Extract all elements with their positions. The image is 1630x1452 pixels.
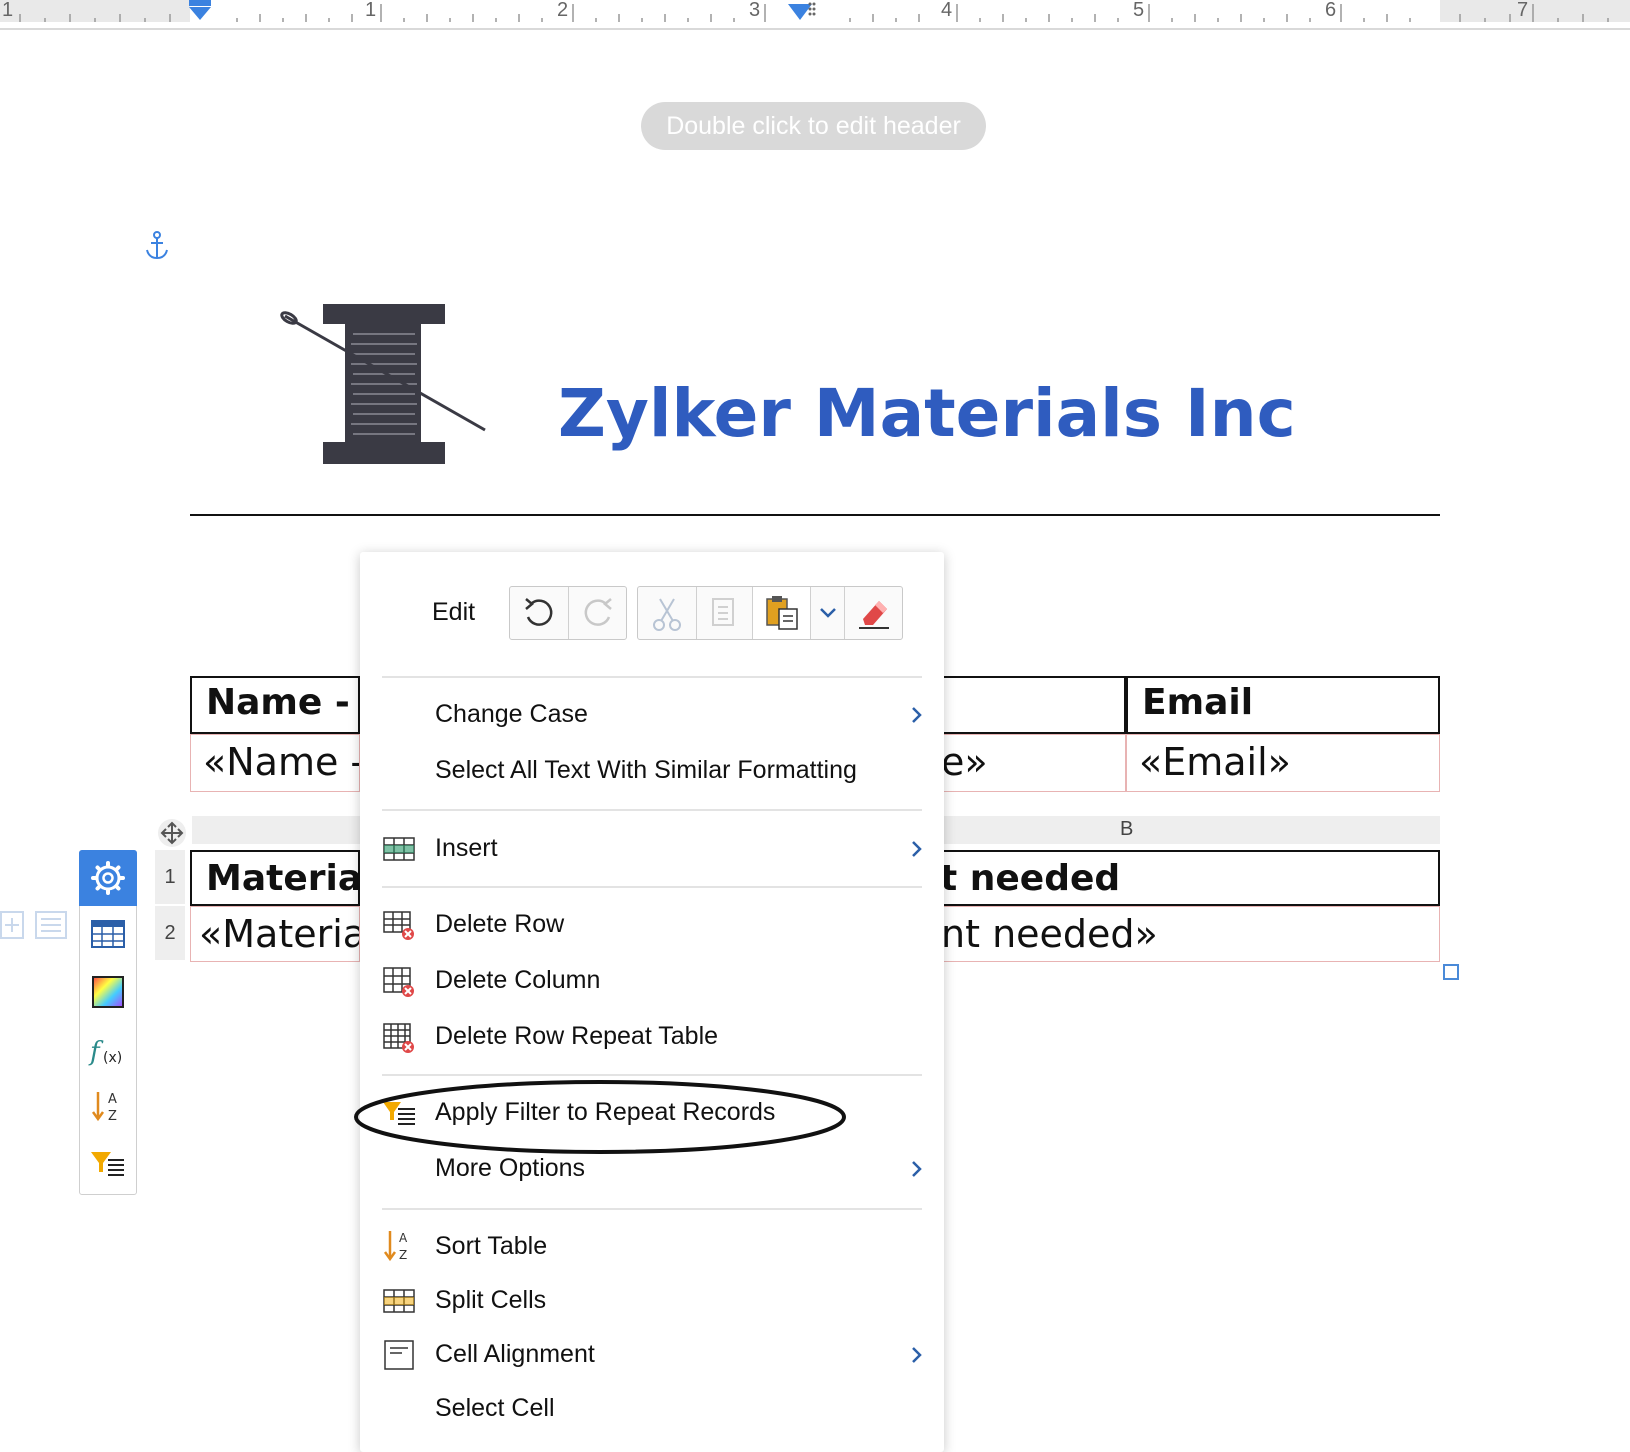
menu-item-delete-repeat-table[interactable]: Delete Row Repeat Table xyxy=(435,1022,718,1051)
menu-separator xyxy=(382,886,922,888)
insert-table-icon xyxy=(383,837,415,861)
right-indent-marker-icon[interactable] xyxy=(786,0,816,22)
scissors-icon xyxy=(653,598,681,631)
row-number-2[interactable]: 2 xyxy=(155,906,185,960)
menu-item-delete-row[interactable]: Delete Row xyxy=(435,910,564,939)
copy-icon xyxy=(712,598,734,626)
filter-icon[interactable] xyxy=(88,1144,128,1184)
delete-column-icon xyxy=(383,967,414,997)
menu-separator xyxy=(382,1208,922,1210)
chevron-right-icon xyxy=(912,841,922,857)
paste-options-dropdown[interactable] xyxy=(810,587,844,639)
menu-item-more-options[interactable]: More Options xyxy=(435,1154,585,1183)
cut-button[interactable] xyxy=(638,587,696,639)
company-name: Zylker Materials Inc xyxy=(558,375,1296,452)
table-resize-handle[interactable] xyxy=(1443,964,1459,980)
spool-logo-icon xyxy=(280,304,486,464)
eraser-icon xyxy=(859,601,889,629)
menu-item-split-cells[interactable]: Split Cells xyxy=(435,1286,546,1315)
column-label-b[interactable]: B xyxy=(1120,818,1133,841)
menu-item-cell-alignment[interactable]: Cell Alignment xyxy=(435,1340,595,1369)
chevron-right-icon xyxy=(912,707,922,723)
sort-icon[interactable]: A Z xyxy=(88,1086,128,1126)
ruler-number: 5 xyxy=(1133,0,1145,21)
menu-item-sort-table[interactable]: Sort Table xyxy=(435,1232,547,1261)
sort-icon: A Z xyxy=(383,1231,408,1262)
left-indent-marker-icon[interactable] xyxy=(187,0,213,22)
delete-table-icon xyxy=(383,1023,414,1053)
ruler[interactable]: 1 1 2 3 4 5 6 7 xyxy=(0,0,1630,30)
menu-separator xyxy=(382,809,922,811)
table1-header-email[interactable]: Email xyxy=(1126,676,1440,734)
menu-separator xyxy=(382,676,922,678)
undo-icon xyxy=(525,598,553,626)
menu-item-select-cell[interactable]: Select Cell xyxy=(435,1394,555,1423)
table2-header-needed[interactable]: t needed xyxy=(940,850,1440,906)
menu-item-delete-column[interactable]: Delete Column xyxy=(435,966,600,995)
ruler-number: 1 xyxy=(365,0,377,21)
ruler-number: 6 xyxy=(1325,0,1337,21)
context-menu: Edit Change Case Select All Text With Si… xyxy=(360,552,944,1452)
gear-icon xyxy=(91,861,125,895)
svg-text:A: A xyxy=(108,1092,117,1107)
header-divider xyxy=(190,514,1440,516)
anchor-icon[interactable] xyxy=(143,230,171,262)
table-settings-button[interactable] xyxy=(79,850,137,906)
menu-separator xyxy=(382,1074,922,1076)
svg-text:(x): (x) xyxy=(103,1050,122,1066)
menu-item-insert[interactable]: Insert xyxy=(435,834,498,863)
table1-value-name[interactable]: «Name - xyxy=(190,734,360,792)
edit-header-hint[interactable]: Double click to edit header xyxy=(641,102,986,150)
delete-row-icon xyxy=(383,911,414,940)
paste-icon xyxy=(766,596,798,630)
undo-redo-group xyxy=(509,586,627,640)
ruler-number: 4 xyxy=(941,0,953,21)
row-number-1[interactable]: 1 xyxy=(155,850,185,904)
edit-label: Edit xyxy=(432,598,476,626)
table1-value-field[interactable]: e» xyxy=(940,734,1126,792)
svg-text:A: A xyxy=(399,1231,408,1245)
table2-value-needed[interactable]: nt needed» xyxy=(940,906,1440,962)
table2-header-material[interactable]: Material xyxy=(190,850,360,906)
add-paragraph-icon[interactable] xyxy=(0,908,72,942)
table2-value-material[interactable]: «Material xyxy=(190,906,360,962)
color-fill-icon[interactable] xyxy=(88,972,128,1012)
paste-button[interactable] xyxy=(752,587,810,639)
redo-button[interactable] xyxy=(568,587,626,639)
ruler-number: 2 xyxy=(557,0,569,21)
redo-icon xyxy=(584,598,612,626)
copy-button[interactable] xyxy=(696,587,752,639)
menu-item-select-similar[interactable]: Select All Text With Similar Formatting xyxy=(435,756,857,785)
table1-value-email[interactable]: «Email» xyxy=(1126,734,1440,792)
svg-text:f: f xyxy=(88,1037,104,1067)
formula-icon[interactable]: f (x) xyxy=(88,1030,128,1070)
ruler-number: 3 xyxy=(749,0,761,21)
cell-alignment-icon xyxy=(384,1340,414,1370)
table-icon[interactable] xyxy=(88,914,128,954)
chevron-down-icon xyxy=(820,608,836,618)
table1-header-blank[interactable] xyxy=(940,676,1126,734)
clear-formatting-button[interactable] xyxy=(844,587,902,639)
chevron-right-icon xyxy=(912,1347,922,1363)
table-move-handle-icon[interactable] xyxy=(157,818,187,848)
table1-header-name[interactable]: Name - F xyxy=(190,676,360,734)
ruler-number: 1 xyxy=(2,0,14,21)
svg-text:Z: Z xyxy=(108,1109,117,1124)
highlight-ellipse xyxy=(354,1080,846,1154)
menu-item-change-case[interactable]: Change Case xyxy=(435,700,588,729)
ruler-number: 7 xyxy=(1517,0,1529,21)
clipboard-group xyxy=(637,586,903,640)
split-cells-icon xyxy=(383,1289,415,1313)
svg-text:Z: Z xyxy=(399,1248,407,1262)
undo-button[interactable] xyxy=(510,587,568,639)
chevron-right-icon xyxy=(912,1161,922,1177)
